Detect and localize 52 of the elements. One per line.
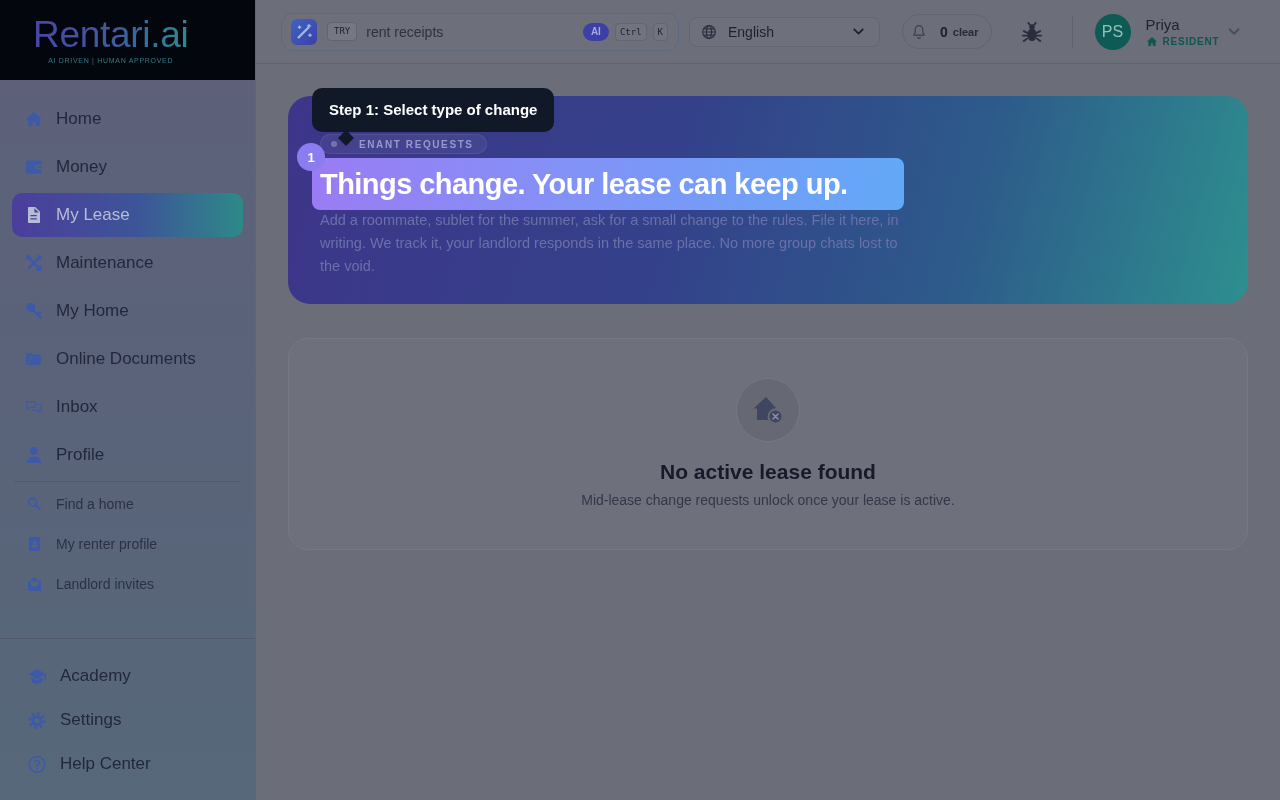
prompt-label: TRY [327, 22, 358, 41]
key-icon [26, 303, 42, 319]
tour-tooltip: Step 1: Select type of change [312, 88, 555, 132]
user-role: RESIDENT [1162, 35, 1220, 48]
help-icon [28, 755, 46, 773]
user-name: Priya [1145, 15, 1181, 34]
house-x-icon [736, 378, 800, 442]
nav-item[interactable]: Profile [12, 433, 243, 477]
language-select[interactable]: English [689, 16, 880, 47]
nav-item[interactable]: Online Documents [12, 337, 243, 381]
step-number: 1 [297, 143, 325, 171]
settings-icon [28, 711, 46, 729]
notification-count: 0 [940, 23, 948, 40]
category-label: ENANT REQUESTS [359, 138, 474, 150]
magic-wand-icon[interactable] [291, 18, 317, 45]
house-icon [1146, 37, 1157, 46]
nav-item[interactable]: Settings [12, 700, 243, 740]
clear-button[interactable]: clear [952, 25, 979, 38]
envelope-icon [28, 577, 41, 591]
nav-item[interactable]: My Home [12, 289, 243, 333]
shortcut-key: K [652, 22, 668, 41]
wallet-icon [26, 159, 42, 175]
nav-item[interactable]: Home [12, 97, 243, 141]
bell-icon[interactable] [913, 24, 925, 39]
empty-state-message: Mid-lease change requests unlock once your lease is active. [581, 491, 955, 510]
nav-item[interactable]: Money [12, 145, 243, 189]
nav-item[interactable]: Help Center [12, 744, 243, 784]
tools-icon [26, 255, 42, 271]
search-bar[interactable]: TRY rent receipts AI Ctrl K [281, 12, 679, 51]
empty-state-title: No active lease found [660, 459, 876, 485]
graduation-cap-icon [28, 667, 46, 685]
tooltip-pointer-icon [338, 130, 354, 146]
chevron-down-icon [853, 28, 864, 35]
search-icon [28, 497, 41, 511]
shortcut-key: Ctrl [614, 22, 647, 41]
nav-item[interactable]: My Lease [12, 193, 243, 237]
folder-icon [26, 351, 42, 367]
home-icon [26, 111, 42, 127]
id-card-icon [28, 537, 41, 551]
chat-bubbles-icon [26, 399, 42, 415]
nav-item[interactable]: Academy [12, 656, 243, 696]
nav-item[interactable]: Inbox [12, 385, 243, 429]
person-icon [26, 447, 42, 463]
nav-item[interactable]: Maintenance [12, 241, 243, 285]
dot-icon [331, 141, 337, 147]
globe-icon [702, 24, 716, 39]
bug-icon[interactable] [1021, 21, 1042, 42]
document-icon [26, 207, 42, 223]
search-field[interactable]: rent receipts [366, 19, 583, 44]
chevron-down-icon[interactable] [1228, 28, 1240, 35]
user-avatar[interactable]: PS [1094, 13, 1131, 50]
ai-toggle[interactable]: AI [582, 22, 609, 41]
